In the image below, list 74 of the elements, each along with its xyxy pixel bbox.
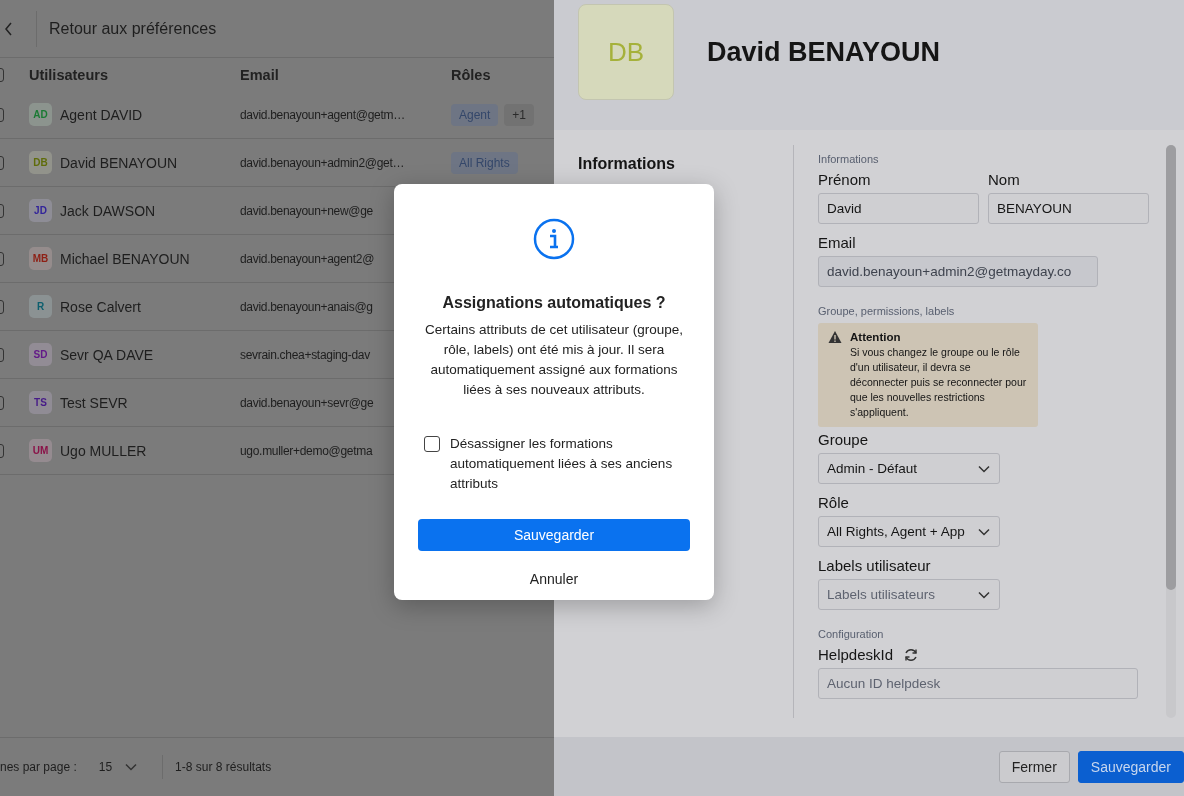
nav-item[interactable]: Informations — [578, 155, 675, 172]
user-email: david.benayoun+sevr@ge — [240, 395, 374, 410]
rows-per-page-value: 15 — [98, 760, 113, 774]
warning-icon — [828, 330, 842, 344]
user-name: Michael BENAYOUN — [60, 250, 190, 267]
user-name: Jack DAWSON — [60, 202, 156, 219]
text-field[interactable]: BENAYOUN — [988, 193, 1149, 224]
user-email: david.benayoun+admin2@get… — [240, 155, 405, 170]
user-email: ugo.muller+demo@getma — [240, 443, 373, 458]
avatar: JD — [29, 199, 52, 222]
select-value: Admin - Défaut — [827, 461, 918, 476]
user-name: Sevr QA DAVE — [60, 346, 154, 363]
back-chevron-icon[interactable] — [4, 20, 14, 37]
section-title: Informations — [818, 153, 880, 165]
section-title: Configuration — [818, 628, 885, 640]
column-header: Email — [240, 66, 280, 83]
alert-message: Si vous changez le groupe ou le rôle d'un utilisateur, il devra se déconnecter puis se reconnecter pour que les nouvelles restrictions s'appliquent. — [850, 345, 1028, 420]
field-label: Groupe — [818, 431, 869, 448]
field-label: Rôle — [818, 494, 849, 511]
user-name: David BENAYOUN — [60, 154, 178, 171]
checkbox[interactable] — [424, 436, 440, 452]
save-button[interactable]: Sauvegarder — [1077, 750, 1184, 783]
user-email: sevrain.chea+staging-dav — [240, 347, 370, 362]
checkbox-label: Désassigner les formations automatiquement liées à ses anciens attributs — [450, 435, 674, 493]
select-field[interactable]: Labels utilisateurs — [818, 579, 1000, 610]
results-count: 1-8 sur 8 résultats — [175, 760, 272, 774]
more-roles-badge: +1 — [504, 103, 535, 126]
alert-title: Attention — [850, 330, 902, 345]
user-email: david.benayoun+agent2@ — [240, 251, 375, 266]
field-label: Email — [818, 234, 856, 251]
avatar: R — [29, 295, 52, 318]
select-value: All Rights, Agent + App — [827, 524, 965, 539]
text-field[interactable]: david.benayoun+admin2@getmayday.co — [818, 256, 1098, 287]
user-full-name: David BENAYOUN — [707, 36, 941, 68]
select-field[interactable]: All Rights, Agent + App — [818, 516, 1000, 547]
field-label: Labels utilisateur — [818, 557, 931, 574]
user-name: Ugo MULLER — [60, 442, 147, 459]
field-label: HelpdeskId — [818, 646, 894, 663]
user-email: david.benayoun+agent@getm… — [240, 107, 405, 122]
avatar: SD — [29, 343, 52, 366]
scrollbar-thumb[interactable] — [1166, 145, 1176, 590]
cancel-button[interactable]: Annuler — [525, 567, 583, 591]
avatar: UM — [29, 439, 52, 462]
column-header: Utilisateurs — [29, 66, 109, 83]
column-header: Rôles — [451, 66, 492, 83]
role-badge: All Rights — [451, 151, 518, 174]
user-email: david.benayoun+new@ge — [240, 203, 373, 218]
back-link[interactable]: Retour aux préférences — [49, 19, 217, 38]
rows-per-page-select[interactable]: 15 — [98, 760, 139, 774]
refresh-icon[interactable] — [903, 646, 920, 663]
save-button[interactable]: Sauvegarder — [418, 519, 690, 551]
field-label: Prénom — [818, 171, 871, 188]
role-badge: Agent — [451, 103, 499, 126]
select-field[interactable]: Admin - Défaut — [818, 453, 1000, 484]
rows-per-page-label: nes par page : — [0, 760, 77, 774]
select-placeholder: Labels utilisateurs — [827, 587, 936, 602]
user-email: david.benayoun+anais@g — [240, 299, 373, 314]
avatar: AD — [29, 103, 52, 126]
text-field[interactable]: David — [818, 193, 979, 224]
user-name: Rose Calvert — [60, 298, 141, 315]
dialog-message: Certains attributs de cet utilisateur (groupe, rôle, labels) ont été mis à jour. Il sera automatiquement assigné aux formations liées à ses nouveaux attributs. — [423, 321, 685, 399]
info-icon — [533, 218, 575, 260]
close-button[interactable]: Fermer — [998, 750, 1070, 783]
field-label: Nom — [988, 171, 1020, 188]
avatar: TS — [29, 391, 52, 414]
avatar: MB — [29, 247, 52, 270]
text-field[interactable]: Aucun ID helpdesk — [818, 668, 1138, 699]
field-placeholder: Aucun ID helpdesk — [827, 676, 941, 691]
avatar: DB — [578, 4, 674, 100]
dialog-title: Assignations automatiques ? — [442, 294, 666, 312]
user-name: Test SEVR — [60, 394, 128, 411]
section-title: Groupe, permissions, labels — [818, 305, 956, 317]
user-name: Agent DAVID — [60, 106, 143, 123]
avatar: DB — [29, 151, 52, 174]
